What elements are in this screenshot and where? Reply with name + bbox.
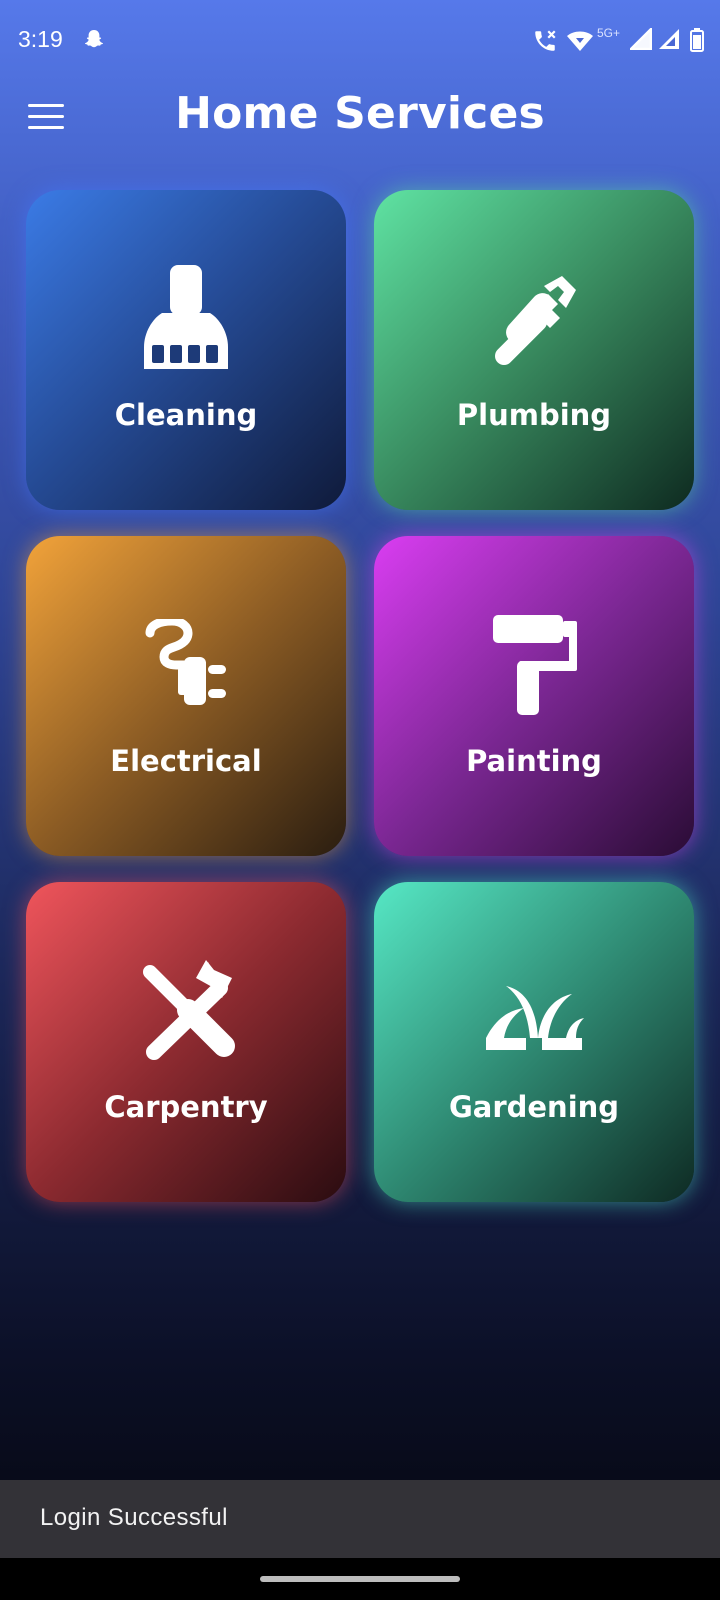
snackbar: Login Successful <box>0 1480 720 1558</box>
service-label: Cleaning <box>114 398 258 432</box>
snapchat-icon <box>85 30 103 48</box>
service-card-painting[interactable]: Painting <box>374 536 694 856</box>
service-card-gardening[interactable]: Gardening <box>374 882 694 1202</box>
call-icon <box>535 30 556 51</box>
service-card-carpentry[interactable]: Carpentry <box>26 882 346 1202</box>
service-label: Painting <box>466 744 602 778</box>
snackbar-message: Login Successful <box>40 1504 228 1531</box>
page-title: Home Services <box>175 88 545 139</box>
status-time: 3:19 <box>18 26 63 52</box>
navigation-bar <box>0 1558 720 1600</box>
pipe-wrench-icon <box>495 276 576 365</box>
service-label: Plumbing <box>456 398 612 432</box>
service-label: Carpentry <box>104 1090 268 1124</box>
signal-icon <box>630 28 652 50</box>
broom-icon <box>144 265 228 369</box>
network-type-label: 5G+ <box>596 26 620 40</box>
plug-icon <box>145 619 226 705</box>
battery-icon <box>690 28 704 52</box>
tools-icon <box>143 960 235 1060</box>
wifi-icon <box>567 31 593 51</box>
status-bar: 3:19 5G+ <box>0 0 720 84</box>
gesture-handle[interactable] <box>260 1576 460 1582</box>
paint-roller-icon <box>493 615 577 715</box>
service-label: Gardening <box>448 1090 620 1124</box>
service-card-cleaning[interactable]: Cleaning <box>26 190 346 510</box>
service-label: Electrical <box>110 744 262 778</box>
service-card-electrical[interactable]: Electrical <box>26 536 346 856</box>
service-card-plumbing[interactable]: Plumbing <box>374 190 694 510</box>
signal-icon <box>659 29 679 49</box>
grass-icon <box>486 986 584 1050</box>
